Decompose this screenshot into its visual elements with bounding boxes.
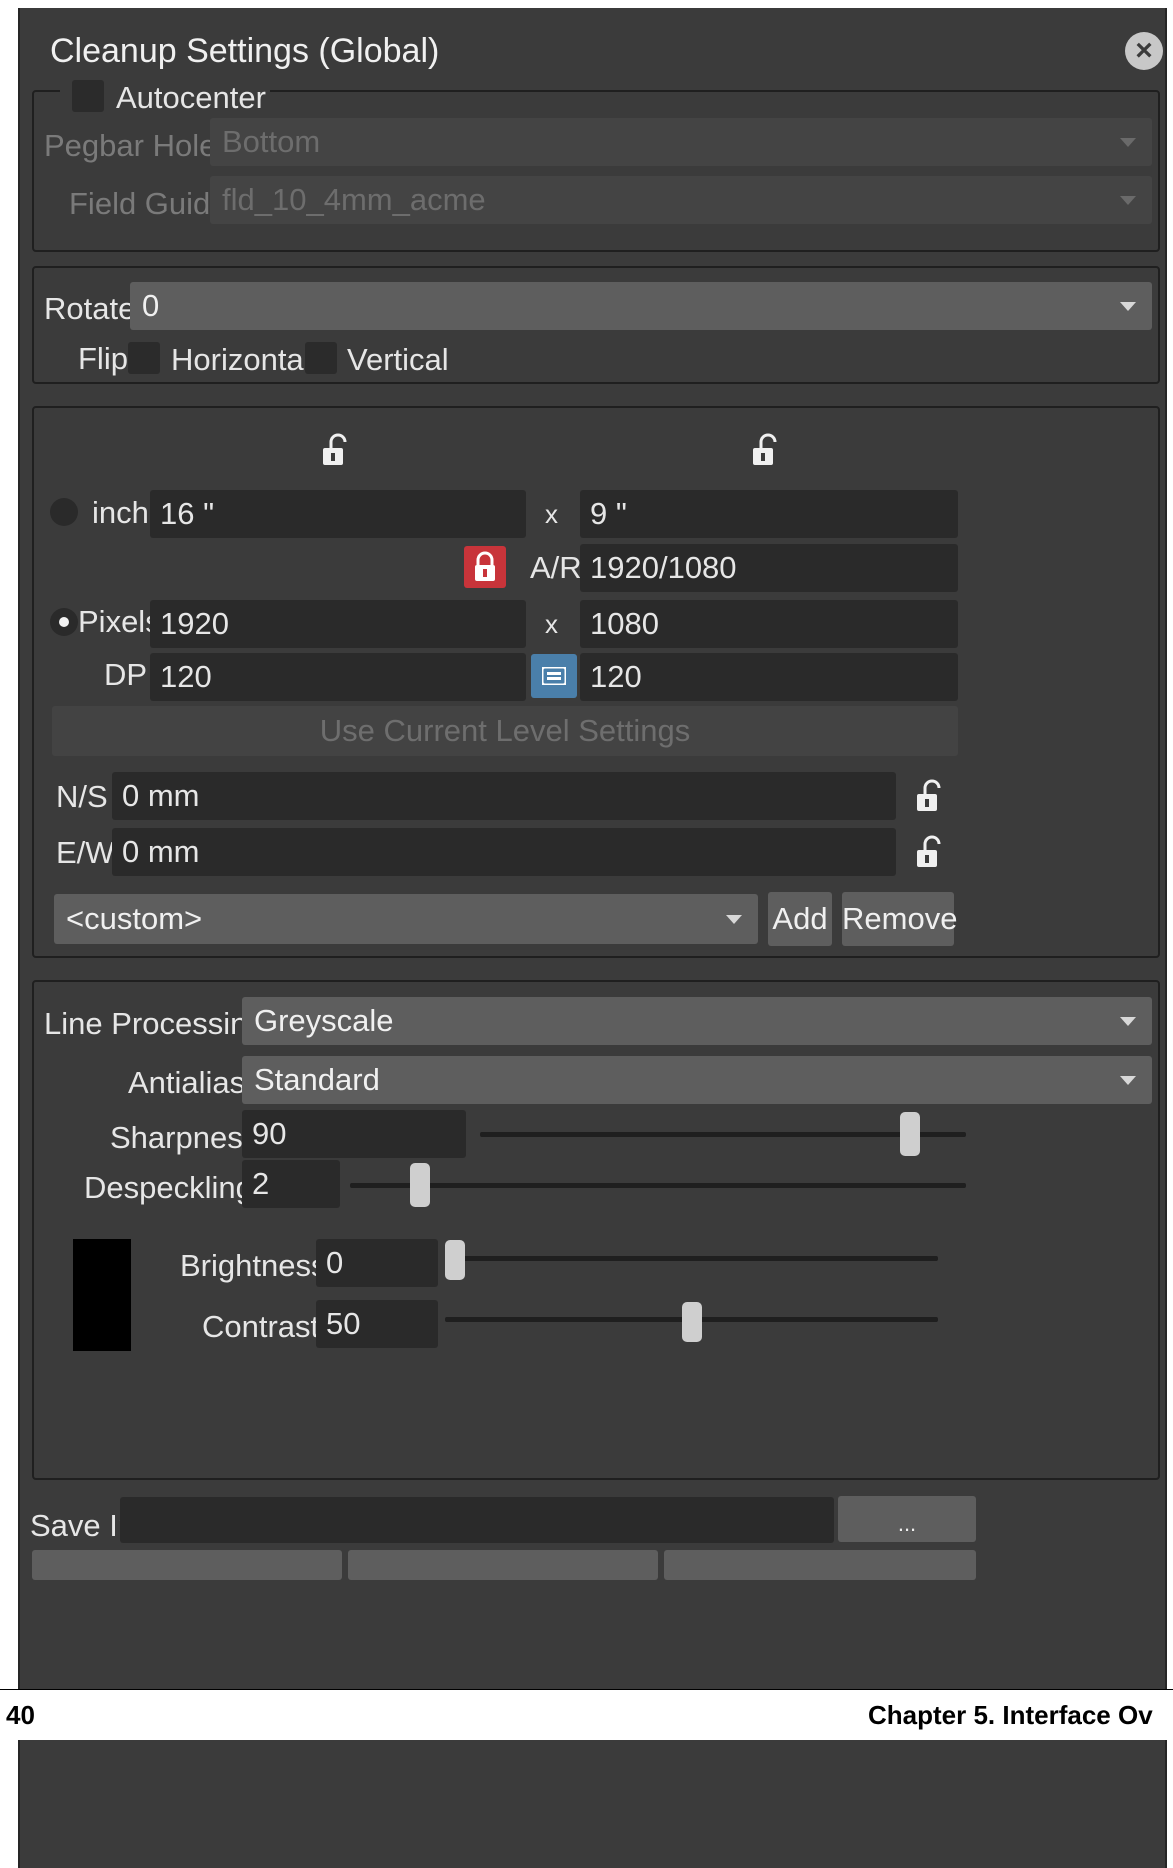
ar-label: A/R	[530, 550, 582, 585]
line-processing-label: Line Processing:	[44, 1006, 274, 1041]
brightness-field[interactable]: 0	[316, 1239, 438, 1287]
unlock-icon[interactable]	[322, 433, 350, 467]
field-guide-combo[interactable]: fld_10_4mm_acme	[210, 176, 1152, 224]
save-in-field[interactable]	[120, 1497, 834, 1543]
color-swatch[interactable]	[73, 1239, 131, 1351]
ar-field[interactable]: 1920/1080	[580, 544, 958, 592]
ar-lock-button[interactable]	[464, 546, 506, 588]
inch-label: inch	[92, 495, 149, 530]
rotate-combo[interactable]: 0	[130, 282, 1152, 330]
brightness-slider-track[interactable]	[445, 1256, 938, 1261]
x-separator: x	[545, 609, 558, 639]
ns-field[interactable]: 0 mm	[112, 772, 896, 820]
pegbar-holes-value: Bottom	[222, 124, 321, 159]
x-separator: x	[545, 499, 558, 529]
lock-icon	[475, 551, 495, 581]
autocenter-checkbox[interactable]	[72, 80, 104, 112]
chevron-down-icon	[1120, 138, 1136, 147]
antialias-combo[interactable]: Standard	[242, 1056, 1152, 1104]
sharpness-field[interactable]: 90	[242, 1110, 466, 1158]
pegbar-holes-combo[interactable]: Bottom	[210, 118, 1152, 166]
despeckling-label: Despeckling:	[84, 1170, 262, 1205]
browse-button[interactable]: ...	[838, 1496, 976, 1542]
pixels-radio[interactable]	[50, 608, 78, 636]
bottom-button[interactable]	[348, 1550, 658, 1580]
bottom-button[interactable]	[664, 1550, 976, 1580]
page-footer: 40 Chapter 5. Interface Ov	[0, 1689, 1173, 1740]
ew-field[interactable]: 0 mm	[112, 828, 896, 876]
flip-vertical-label: Vertical	[347, 342, 449, 377]
antialias-value: Standard	[254, 1062, 380, 1097]
camera-preset-combo[interactable]: <custom>	[54, 894, 758, 944]
unlock-icon[interactable]	[916, 835, 944, 869]
unlock-icon[interactable]	[752, 433, 780, 467]
pegbar-holes-label: Pegbar Holes	[44, 128, 232, 163]
chevron-down-icon	[1120, 1076, 1136, 1085]
flip-vertical-checkbox[interactable]	[305, 342, 337, 374]
flip-label: Flip	[78, 341, 128, 376]
brightness-label: Brightness:	[180, 1248, 336, 1283]
window-title: Cleanup Settings (Global)	[50, 32, 440, 70]
chapter-title: Chapter 5. Interface Ov	[868, 1700, 1153, 1730]
autocenter-label: Autocenter	[116, 80, 266, 115]
pixels-width-field[interactable]: 1920	[150, 600, 526, 648]
rotate-label: Rotate	[44, 291, 136, 326]
processing-group	[32, 980, 1160, 1480]
cleanup-settings-window: Cleanup Settings (Global) × Autocenter P…	[18, 8, 1167, 1868]
remove-preset-button[interactable]: Remove	[842, 892, 957, 946]
chevron-down-icon	[726, 915, 742, 924]
flip-horizontal-label: Horizontal	[171, 342, 311, 377]
dpi-y-field[interactable]: 120	[580, 653, 958, 701]
ns-label: N/S	[56, 779, 108, 814]
contrast-field[interactable]: 50	[316, 1300, 438, 1348]
add-preset-button[interactable]: Add	[768, 892, 832, 946]
despeckling-slider-thumb[interactable]	[410, 1163, 430, 1207]
field-guide-label: Field Guide	[69, 186, 228, 221]
chevron-down-icon	[1120, 1017, 1136, 1026]
bottom-button[interactable]	[32, 1550, 342, 1580]
dpi-label: DPI	[104, 657, 156, 692]
page-number: 40	[6, 1700, 35, 1730]
despeckling-field[interactable]: 2	[242, 1160, 340, 1208]
chevron-down-icon	[1120, 196, 1136, 205]
pixels-height-field[interactable]: 1080	[580, 600, 958, 648]
chevron-down-icon	[1120, 302, 1136, 311]
use-current-level-settings-button[interactable]: Use Current Level Settings	[52, 706, 958, 756]
line-processing-combo[interactable]: Greyscale	[242, 997, 1152, 1045]
close-icon[interactable]: ×	[1125, 32, 1163, 70]
camera-preset-value: <custom>	[66, 901, 203, 936]
field-guide-value: fld_10_4mm_acme	[222, 182, 486, 217]
contrast-label: Contrast:	[202, 1309, 328, 1344]
rotate-value: 0	[142, 288, 160, 323]
inch-width-field[interactable]: 16 "	[150, 490, 526, 538]
inch-radio[interactable]	[50, 498, 78, 526]
dpi-link-button[interactable]	[531, 654, 577, 698]
inch-height-field[interactable]: 9 "	[580, 490, 958, 538]
flip-horizontal-checkbox[interactable]	[128, 342, 160, 374]
sharpness-slider-thumb[interactable]	[900, 1112, 920, 1156]
dpi-x-field[interactable]: 120	[150, 653, 526, 701]
antialias-label: Antialias:	[128, 1065, 254, 1100]
equals-icon	[542, 667, 566, 685]
despeckling-slider-track[interactable]	[350, 1183, 966, 1188]
brightness-slider-thumb[interactable]	[445, 1240, 465, 1280]
unlock-icon[interactable]	[916, 779, 944, 813]
contrast-slider-thumb[interactable]	[682, 1302, 702, 1342]
ew-label: E/W	[56, 835, 115, 870]
line-processing-value: Greyscale	[254, 1003, 394, 1038]
sharpness-slider-track[interactable]	[480, 1132, 966, 1137]
pixels-label: Pixels	[78, 604, 161, 639]
